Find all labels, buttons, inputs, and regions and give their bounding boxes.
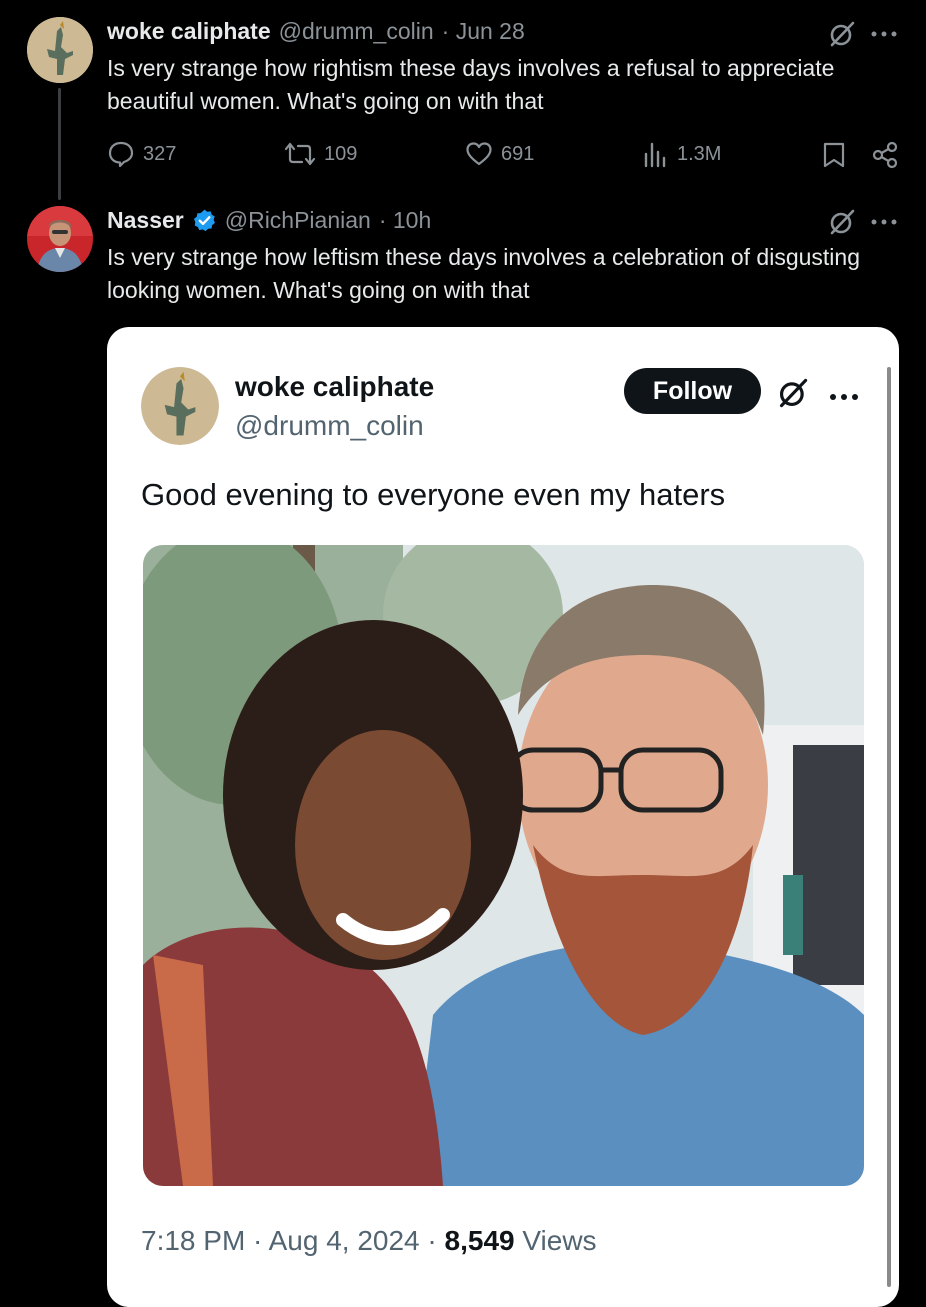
- like-button[interactable]: 691: [465, 140, 534, 168]
- avatar-woke-caliphate[interactable]: [27, 17, 93, 83]
- reply-bubble-icon: [108, 141, 134, 168]
- author-handle[interactable]: @drumm_colin: [279, 18, 434, 45]
- post-date[interactable]: · Jun 28: [442, 18, 525, 45]
- post-date[interactable]: · 10h: [379, 207, 431, 234]
- heart-icon: [466, 142, 492, 166]
- post-text-line: Is very strange how rightism these days …: [107, 55, 835, 81]
- embedded-author-handle: @drumm_colin: [235, 410, 424, 441]
- post1-header: woke caliphate @drumm_colin · Jun 28: [107, 18, 525, 45]
- embedded-views-label: Views: [514, 1225, 597, 1256]
- post1-text: Is very strange how rightism these days …: [107, 52, 834, 118]
- post-text-line: beautiful women. What's going on with th…: [107, 88, 544, 114]
- embedded-timestamp: 7:18 PM · Aug 4, 2024 ·: [141, 1225, 445, 1256]
- reply-count: 327: [143, 142, 177, 165]
- author-handle[interactable]: @RichPianian: [225, 207, 371, 234]
- embedded-post-text: Good evening to everyone even my haters: [141, 477, 726, 512]
- grok-slash-icon: [777, 377, 809, 414]
- embedded-meta: 7:18 PM · Aug 4, 2024 · 8,549 Views: [141, 1225, 597, 1257]
- reply-button[interactable]: 327: [107, 140, 176, 168]
- bookmark-icon[interactable]: [822, 141, 846, 169]
- follow-button: Follow: [624, 368, 761, 414]
- like-count: 691: [501, 142, 535, 165]
- post2-header: Nasser @RichPianian · 10h: [107, 207, 431, 234]
- embedded-author-name: woke caliphate: [235, 371, 435, 402]
- grok-slash-icon[interactable]: [828, 208, 856, 236]
- verified-badge-icon: [192, 208, 217, 233]
- views-count: 1.3M: [677, 142, 722, 165]
- more-dots-icon[interactable]: [870, 30, 898, 38]
- more-dots-icon[interactable]: [870, 218, 898, 226]
- more-dots-icon: [829, 388, 859, 406]
- avatar-nasser[interactable]: [27, 206, 93, 272]
- post-text-line: Is very strange how leftism these days i…: [107, 244, 860, 270]
- thread-line: [58, 88, 61, 200]
- post-text-line: looking women. What's going on with that: [107, 277, 530, 303]
- author-name[interactable]: Nasser: [107, 207, 184, 234]
- grok-slash-icon[interactable]: [828, 20, 856, 48]
- post2-text: Is very strange how leftism these days i…: [107, 241, 860, 307]
- repost-arrows-icon: [284, 142, 316, 166]
- bar-chart-icon: [644, 142, 666, 168]
- scrollbar: [887, 367, 891, 1287]
- views-button[interactable]: 1.3M: [643, 140, 721, 168]
- embedded-views-count: 8,549: [444, 1225, 515, 1256]
- share-icon[interactable]: [871, 141, 899, 169]
- embedded-avatar: [141, 367, 219, 445]
- selfie-photo: [143, 545, 864, 1186]
- repost-button[interactable]: 109: [284, 140, 357, 168]
- embedded-post-image[interactable]: woke caliphate @drumm_colin Follow Good …: [107, 327, 899, 1307]
- author-name[interactable]: woke caliphate: [107, 18, 271, 45]
- repost-count: 109: [324, 142, 358, 165]
